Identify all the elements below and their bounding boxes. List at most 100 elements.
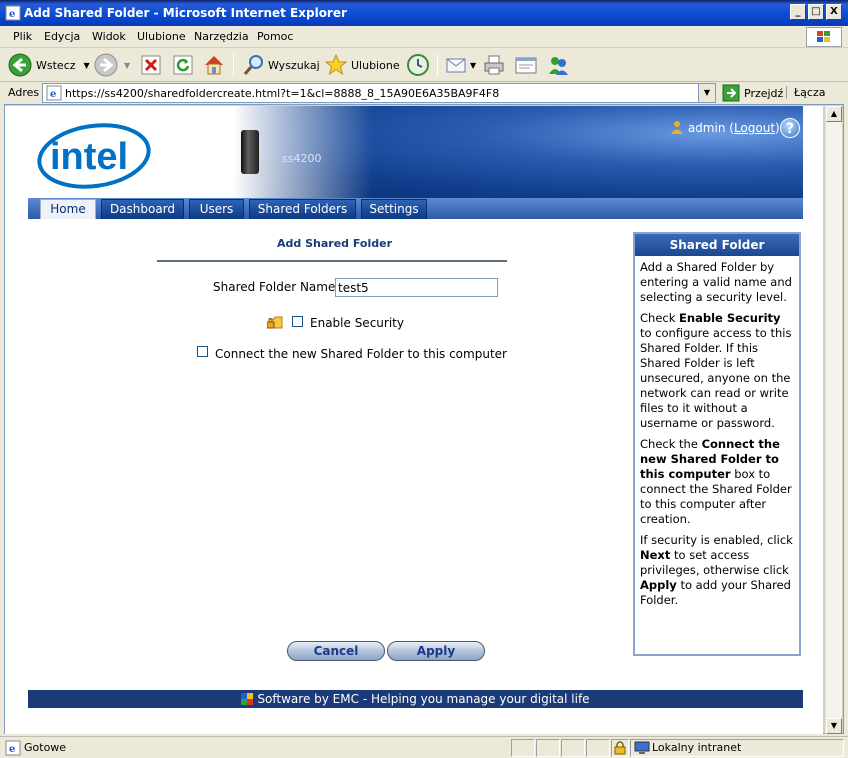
- user-area: admin (Logout): [670, 120, 780, 135]
- window-title: Add Shared Folder - Microsoft Internet E…: [24, 6, 347, 20]
- menu-item-edit[interactable]: Edycja: [44, 30, 80, 43]
- status-bar: e Gotowe Lokalny intranet: [0, 736, 848, 758]
- emc-icon: [241, 693, 254, 705]
- shared-folder-name-label: Shared Folder Name:: [213, 280, 340, 294]
- menu-item-tools[interactable]: Narzędzia: [194, 30, 249, 43]
- toolbar-separator: [233, 54, 234, 76]
- help-panel: Shared Folder Add a Shared Folder by ent…: [633, 232, 801, 656]
- favorites-label: Ulubione: [351, 58, 400, 72]
- scroll-up-icon[interactable]: ▲: [826, 106, 842, 122]
- stop-icon: [141, 55, 161, 75]
- form-divider: [157, 260, 507, 262]
- history-button[interactable]: [406, 52, 430, 78]
- enable-security-checkbox[interactable]: [292, 316, 303, 327]
- menu-item-file[interactable]: Plik: [13, 30, 32, 43]
- tab-settings[interactable]: Settings: [361, 199, 427, 219]
- toolbar: Wstecz ▼ ▼ Wyszukaj Ulubione ▼: [0, 48, 848, 82]
- search-label: Wyszukaj: [268, 58, 320, 72]
- menu-item-help[interactable]: Pomoc: [257, 30, 293, 43]
- search-button[interactable]: Wyszukaj: [242, 52, 320, 78]
- page-header: intel ss4200 admin (Logout) ? Home Dashb…: [28, 106, 803, 219]
- close-button[interactable]: X: [826, 4, 842, 20]
- status-panel: [611, 739, 629, 757]
- refresh-icon: [173, 55, 193, 75]
- status-panel: [586, 739, 610, 757]
- address-dropdown-icon[interactable]: ▼: [698, 84, 715, 102]
- favorites-button[interactable]: Ulubione: [324, 52, 400, 78]
- forward-dropdown-icon[interactable]: ▼: [124, 61, 130, 70]
- vertical-scrollbar[interactable]: ▲ ▼: [825, 106, 842, 734]
- tab-shared-folders[interactable]: Shared Folders: [249, 199, 356, 219]
- status-panel: [561, 739, 585, 757]
- enable-security-label: Enable Security: [310, 316, 404, 330]
- mail-button[interactable]: ▼: [444, 52, 476, 78]
- ie-icon: e: [5, 5, 21, 21]
- intel-logo: intel: [37, 123, 151, 189]
- messenger-button[interactable]: [546, 52, 570, 78]
- help-paragraph: If security is enabled, click Next to se…: [640, 533, 793, 607]
- cancel-button[interactable]: Cancel: [287, 641, 385, 661]
- menu-item-view[interactable]: Widok: [92, 30, 126, 43]
- print-icon: [484, 55, 504, 75]
- footer-text: Software by EMC - Helping you manage you…: [257, 692, 590, 706]
- forward-icon: [94, 53, 118, 77]
- address-bar: Adres e https://ss4200/sharedfoldercreat…: [0, 82, 848, 104]
- form-title: Add Shared Folder: [277, 237, 393, 250]
- back-button[interactable]: Wstecz ▼: [8, 52, 90, 78]
- maximize-button[interactable]: □: [808, 4, 824, 20]
- lock-icon: [614, 741, 626, 755]
- home-button[interactable]: [202, 52, 226, 78]
- print-button[interactable]: [482, 52, 506, 78]
- logout-link[interactable]: Logout: [734, 121, 775, 135]
- windows-logo-icon: [806, 27, 842, 47]
- tab-home[interactable]: Home: [40, 199, 96, 219]
- tab-users[interactable]: Users: [189, 199, 244, 219]
- links-button[interactable]: Łącza: [786, 86, 826, 99]
- back-icon: [8, 53, 32, 77]
- username: admin: [687, 121, 726, 135]
- minimize-button[interactable]: _: [790, 4, 806, 20]
- edit-icon: [515, 57, 537, 74]
- go-arrow-icon: [722, 84, 740, 102]
- menu-bar: Plik Edycja Widok Ulubione Narzędzia Pom…: [0, 26, 848, 48]
- address-label: Adres: [8, 86, 40, 99]
- svg-text:e: e: [50, 89, 56, 100]
- go-button[interactable]: Przejdź: [722, 84, 783, 102]
- intranet-icon: [634, 741, 650, 754]
- favorites-icon: [324, 53, 348, 76]
- help-paragraph: Check Enable Security to configure acces…: [640, 311, 792, 430]
- help-panel-body: Add a Shared Folder by entering a valid …: [635, 256, 799, 608]
- page-icon: e: [46, 85, 62, 101]
- menu-item-favorites[interactable]: Ulubione: [137, 30, 186, 43]
- status-panel: [511, 739, 535, 757]
- help-icon[interactable]: ?: [780, 118, 800, 138]
- status-zone-text: Lokalny intranet: [652, 741, 742, 754]
- edit-button[interactable]: [514, 52, 538, 78]
- help-panel-title: Shared Folder: [635, 234, 799, 256]
- device-icon: [241, 130, 259, 174]
- apply-button[interactable]: Apply: [387, 641, 485, 661]
- forward-button[interactable]: ▼: [94, 52, 130, 78]
- svg-text:intel: intel: [50, 136, 128, 178]
- stop-button[interactable]: [140, 52, 162, 78]
- toolbar-separator: [437, 54, 438, 76]
- address-input[interactable]: e https://ss4200/sharedfoldercreate.html…: [42, 83, 716, 103]
- back-dropdown-icon[interactable]: ▼: [84, 61, 90, 70]
- status-panel: [536, 739, 560, 757]
- security-folder-icon: [267, 316, 283, 329]
- go-label: Przejdź: [744, 86, 784, 100]
- address-url: https://ss4200/sharedfoldercreate.html?t…: [65, 87, 500, 100]
- connect-folder-checkbox[interactable]: [197, 346, 208, 357]
- status-text: Gotowe: [24, 741, 67, 754]
- mail-dropdown-icon[interactable]: ▼: [470, 61, 476, 70]
- tab-dashboard[interactable]: Dashboard: [101, 199, 184, 219]
- refresh-button[interactable]: [172, 52, 194, 78]
- help-paragraph: Check the Connect the new Shared Folder …: [640, 437, 792, 526]
- scroll-down-icon[interactable]: ▼: [826, 718, 842, 734]
- search-icon: [243, 55, 263, 75]
- svg-text:e: e: [9, 744, 15, 755]
- shared-folder-name-input[interactable]: [335, 278, 498, 297]
- title-bar: e Add Shared Folder - Microsoft Internet…: [0, 0, 848, 26]
- page-footer: Software by EMC - Helping you manage you…: [28, 690, 803, 708]
- mail-icon: [446, 58, 466, 73]
